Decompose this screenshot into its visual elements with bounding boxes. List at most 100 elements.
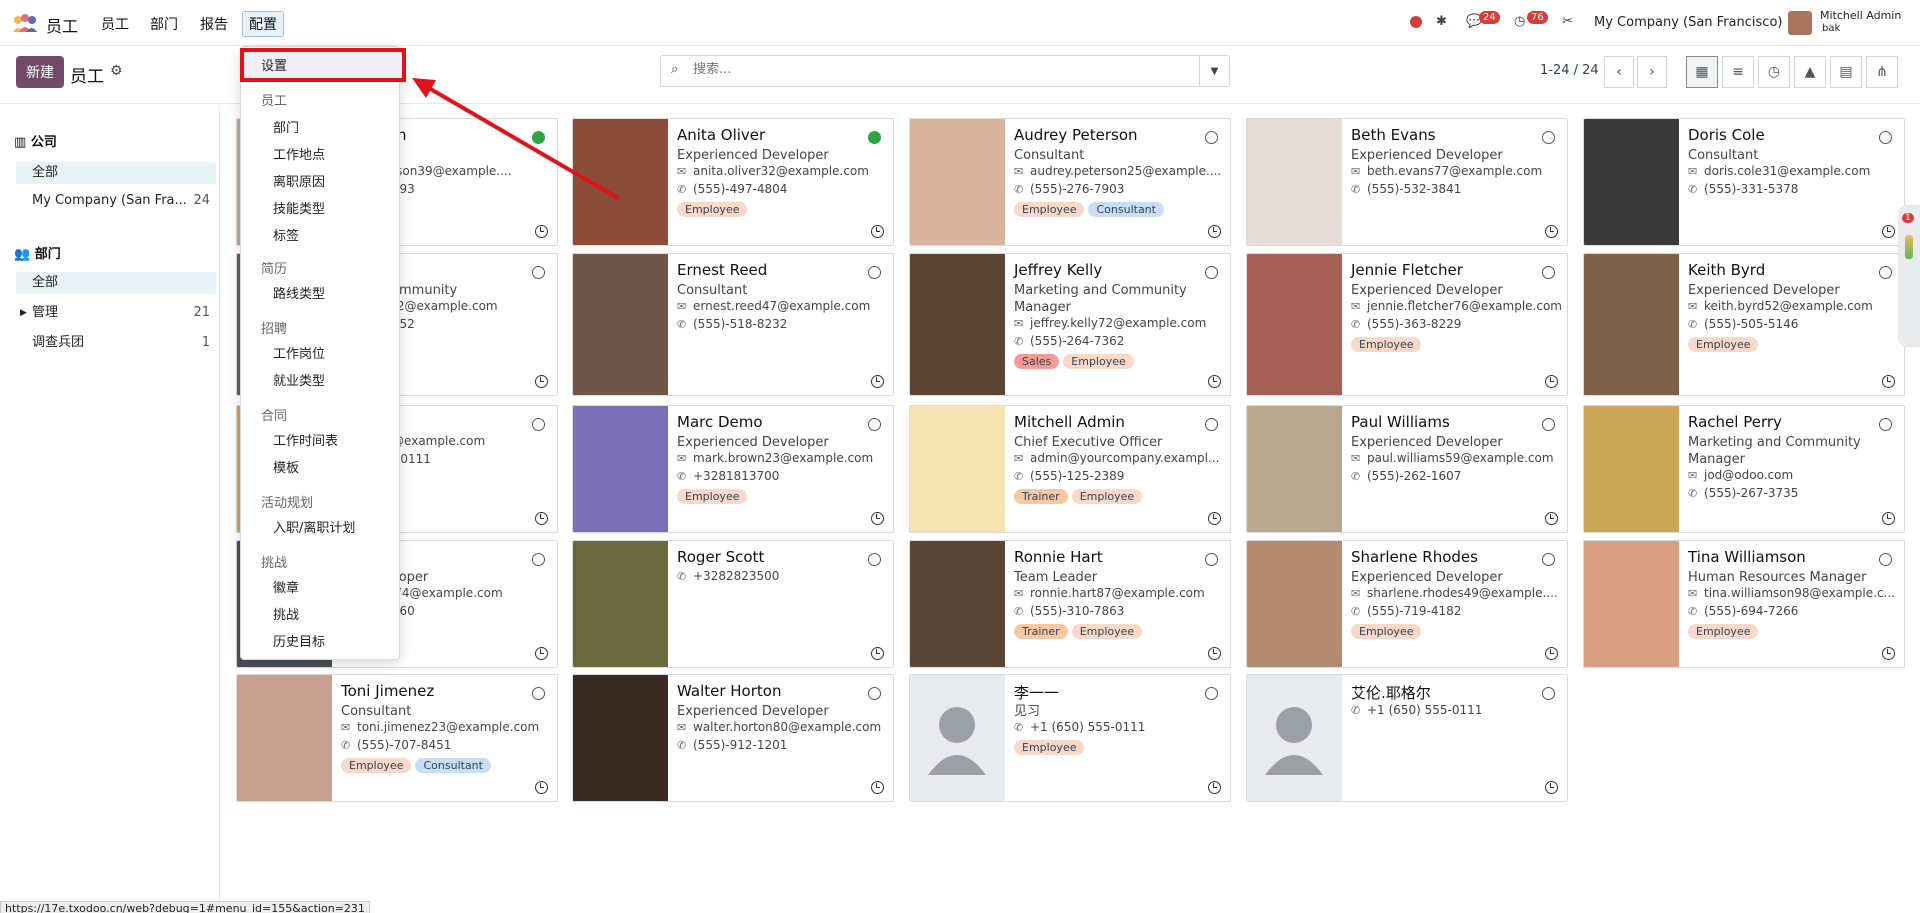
app-name[interactable]: 员工 [46,13,78,37]
pivot-view-button[interactable]: ▤ [1830,56,1862,88]
employee-email[interactable]: ✉ beth.evans77@example.com [1351,164,1561,178]
company-filter-item[interactable]: My Company (San Fra... 24 [16,190,216,212]
employee-card[interactable]: Ronnie Hart Team Leader ✉ ronnie.hart87@exa… [909,540,1231,668]
employee-card[interactable]: Doris Cole Consultant ✉ doris.cole31@exampl… [1583,118,1905,246]
employee-phone[interactable]: ✆ (555)-267-3735 [1688,486,1898,500]
dropdown-item[interactable]: 就业类型 [273,370,325,389]
company-switcher[interactable]: My Company (San Francisco) [1594,15,1782,30]
activity-clock-icon[interactable] [1882,225,1895,238]
department-filter-all[interactable]: 全部 [16,272,216,294]
employee-card[interactable]: 李一一 见习 ✆ +1 (650) 555-0111 Employee [909,674,1231,802]
record-icon[interactable] [1410,16,1422,28]
dropdown-item[interactable]: 徽章 [273,577,299,596]
employee-email[interactable]: ✉ admin@yourcompany.exampl... [1014,451,1224,465]
activity-clock-icon[interactable] [535,781,548,794]
pager-next-button[interactable]: › [1637,56,1667,88]
employee-email[interactable]: ✉ jod@odoo.com [1688,468,1898,482]
employee-card[interactable]: Tina Williamson Human Resources Manager ✉ t… [1583,540,1905,668]
activity-clock-icon[interactable] [871,647,884,660]
employee-phone[interactable]: ✆ +1 (650) 555-0111 [1351,703,1561,717]
activity-icon[interactable]: ◷ [1514,14,1525,29]
employee-card[interactable]: Rachel Perry Marketing and Community Mana… [1583,405,1905,533]
employee-email[interactable]: ✉ jeffrey.kelly72@example.com [1014,316,1224,330]
activity-clock-icon[interactable] [535,512,548,525]
employee-card[interactable]: Audrey Peterson Consultant ✉ audrey.peterso… [909,118,1231,246]
employee-phone[interactable]: ✆ (555)-719-4182 [1351,604,1561,618]
dropdown-item[interactable]: 工作时间表 [273,430,338,449]
activity-clock-icon[interactable] [871,375,884,388]
activity-clock-icon[interactable] [1545,781,1558,794]
employee-email[interactable]: ✉ ernest.reed47@example.com [677,299,887,313]
employee-email[interactable]: ✉ doris.cole31@example.com [1688,164,1898,178]
app-logo-icon[interactable] [12,13,38,33]
activity-clock-icon[interactable] [1208,375,1221,388]
activity-clock-icon[interactable] [871,512,884,525]
activity-clock-icon[interactable] [1882,512,1895,525]
bug-icon[interactable]: ✱ [1436,14,1447,29]
activity-clock-icon[interactable] [871,225,884,238]
dropdown-item[interactable]: 技能类型 [273,198,325,217]
dropdown-item[interactable]: 部门 [273,117,299,136]
activity-clock-icon[interactable] [1882,647,1895,660]
employee-phone[interactable]: ✆ (555)-505-5146 [1688,317,1898,331]
employee-email[interactable]: ✉ mark.brown23@example.com [677,451,887,465]
pager-prev-button[interactable]: ‹ [1604,56,1634,88]
employee-card[interactable]: Jeffrey Kelly Marketing and Community Man… [909,253,1231,396]
employee-phone[interactable]: ✆ (555)-694-7266 [1688,604,1898,618]
employee-card[interactable]: Sharlene Rhodes Experienced Developer ✉ sha… [1246,540,1568,668]
activity-clock-icon[interactable] [1208,225,1221,238]
new-button[interactable]: 新建 [16,56,64,88]
menu-configuration[interactable]: 配置 [242,11,284,37]
employee-card[interactable]: Jennie Fletcher Experienced Developer ✉ jen… [1246,253,1568,396]
employee-card[interactable]: Roger Scott ✆ +3282823500 [572,540,894,668]
dropdown-item[interactable]: 挑战 [273,604,299,623]
employee-phone[interactable]: ✆ (555)-262-1607 [1351,469,1561,483]
menu-reports[interactable]: 报告 [200,14,228,34]
activity-clock-icon[interactable] [1882,375,1895,388]
activity-clock-icon[interactable] [1545,647,1558,660]
employee-email[interactable]: ✉ tina.williamson98@example.c... [1688,586,1898,600]
employee-phone[interactable]: ✆ (555)-125-2389 [1014,469,1224,483]
employee-card[interactable]: Mitchell Admin Chief Executive Officer ✉ ad… [909,405,1231,533]
employee-email[interactable]: ✉ toni.jimenez23@example.com [341,720,551,734]
department-filter-management[interactable]: ▶ 管理 21 [16,302,216,324]
employee-phone[interactable]: ✆ (555)-310-7863 [1014,604,1224,618]
dropdown-item-settings[interactable]: 设置 [261,55,287,74]
gear-icon[interactable]: ⚙ [110,63,123,79]
employee-phone[interactable]: ✆ (555)-331-5378 [1688,182,1898,196]
activity-clock-icon[interactable] [1208,647,1221,660]
dropdown-item[interactable]: 历史目标 [273,631,325,650]
activity-clock-icon[interactable] [535,375,548,388]
employee-phone[interactable]: ✆ (555)-276-7903 [1014,182,1224,196]
dropdown-item[interactable]: 入职/离职计划 [273,517,355,536]
employee-card[interactable]: Ernest Reed Consultant ✉ ernest.reed47@exam… [572,253,894,396]
employee-card[interactable]: Paul Williams Experienced Developer ✉ paul.… [1246,405,1568,533]
activity-clock-icon[interactable] [1208,781,1221,794]
employee-email[interactable]: ✉ ronnie.hart87@example.com [1014,586,1224,600]
dropdown-item[interactable]: 工作岗位 [273,343,325,362]
company-filter-all[interactable]: 全部 [16,162,216,184]
dropdown-item[interactable]: 标签 [273,225,299,244]
activity-clock-icon[interactable] [871,781,884,794]
employee-card[interactable]: Beth Evans Experienced Developer ✉ beth.eva… [1246,118,1568,246]
activity-view-button[interactable]: ◷ [1758,56,1790,88]
department-filter-survey-corps[interactable]: 调查兵团 1 [16,332,216,354]
dropdown-item[interactable]: 模板 [273,457,299,476]
avatar[interactable] [1788,11,1812,35]
menu-departments[interactable]: 部门 [150,14,178,34]
employee-phone[interactable]: ✆ +3281813700 [677,469,887,483]
activity-clock-icon[interactable] [1545,375,1558,388]
activity-clock-icon[interactable] [535,647,548,660]
employee-phone[interactable]: ✆ (555)-363-8229 [1351,317,1561,331]
tools-icon[interactable]: ✂ [1562,14,1573,29]
employee-email[interactable]: ✉ audrey.peterson25@example.... [1014,164,1224,178]
employee-phone[interactable]: ✆ (555)-497-4804 [677,182,887,196]
employee-phone[interactable]: ✆ +3282823500 [677,569,887,583]
employee-email[interactable]: ✉ paul.williams59@example.com [1351,451,1561,465]
employee-card[interactable]: Keith Byrd Experienced Developer ✉ keith.by… [1583,253,1905,396]
employee-email[interactable]: ✉ keith.byrd52@example.com [1688,299,1898,313]
activity-clock-icon[interactable] [1545,512,1558,525]
dropdown-item[interactable]: 路线类型 [273,283,325,302]
activity-clock-icon[interactable] [535,225,548,238]
dropdown-item[interactable]: 离职原因 [273,171,325,190]
